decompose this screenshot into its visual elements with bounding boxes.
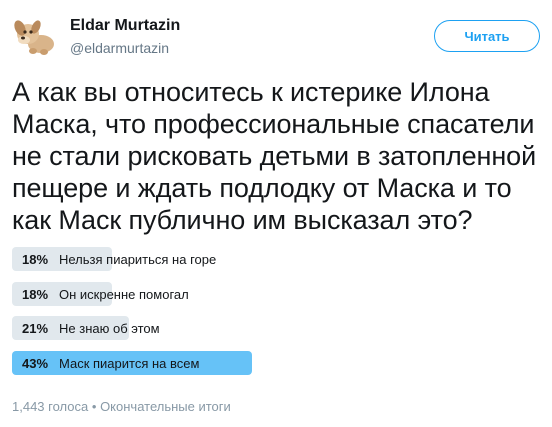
author-handle[interactable]: @eldarmurtazin	[70, 40, 169, 56]
poll-status: Окончательные итоги	[100, 399, 231, 414]
tweet-text: А как вы относитесь к истерике Илона Мас…	[12, 77, 537, 235]
poll-option: 21% Не знаю об этом	[12, 316, 352, 340]
poll-option-percent: 18%	[22, 287, 49, 302]
poll-option-label: Не знаю об этом	[59, 321, 160, 336]
poll-option-percent: 43%	[22, 356, 49, 371]
plush-dog-avatar-icon	[14, 20, 54, 55]
poll-option-label: Маск пиарится на всем	[59, 356, 200, 371]
poll-meta-separator: •	[91, 399, 97, 414]
poll-option-percent: 18%	[22, 252, 49, 267]
poll-option: 43% Маск пиарится на всем	[12, 351, 352, 375]
follow-button[interactable]: Читать	[434, 20, 540, 52]
poll-option: 18% Он искренне помогал	[12, 282, 352, 306]
author-display-name[interactable]: Eldar Murtazin	[70, 17, 180, 35]
poll-option-label: Нельзя пиариться на горе	[59, 252, 217, 267]
avatar[interactable]	[14, 16, 56, 56]
poll-option-percent: 21%	[22, 321, 49, 336]
poll-option-label: Он искренне помогал	[59, 287, 189, 302]
poll-vote-count: 1,443 голоса	[12, 399, 89, 414]
poll-option: 18% Нельзя пиариться на горе	[12, 247, 352, 271]
poll-meta: 1,443 голоса • Окончательные итоги	[12, 399, 231, 414]
